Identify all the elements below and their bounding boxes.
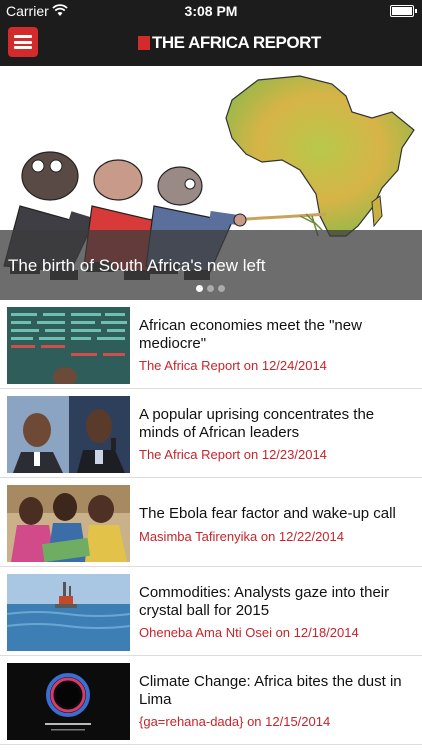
- page-dot: [196, 285, 203, 292]
- hero-caption[interactable]: The birth of South Africa's new left: [8, 256, 265, 276]
- article-row[interactable]: African economies meet the "new mediocre…: [0, 300, 422, 389]
- article-list: African economies meet the "new mediocre…: [0, 300, 422, 745]
- hero-carousel[interactable]: The birth of South Africa's new left: [0, 66, 422, 300]
- article-title: African economies meet the "new mediocre…: [139, 317, 362, 352]
- article-thumbnail: [7, 663, 130, 740]
- article-title: Commodities: Analysts gaze into their cr…: [139, 584, 390, 619]
- article-row[interactable]: Climate Change: Africa bites the dust in…: [0, 656, 422, 745]
- article-meta: Oheneba Ama Nti Osei on 12/18/2014: [139, 625, 359, 640]
- battery-icon: [390, 5, 417, 17]
- hamburger-line: [14, 46, 32, 49]
- brand-mark: [138, 36, 150, 50]
- article-thumbnail: [7, 485, 130, 562]
- page-dot: [207, 285, 214, 292]
- brand-name: THE AFRICA REPORT: [152, 33, 321, 52]
- menu-button[interactable]: [8, 27, 38, 57]
- article-meta: The Africa Report on 12/24/2014: [139, 358, 327, 373]
- article-meta: Masimba Tafirenyika on 12/22/2014: [139, 529, 344, 544]
- article-meta: The Africa Report on 12/23/2014: [139, 447, 327, 462]
- article-thumbnail: [7, 574, 130, 651]
- article-thumbnail: [7, 396, 130, 473]
- clock: 3:08 PM: [184, 3, 238, 19]
- article-row[interactable]: A popular uprising concentrates the mind…: [0, 389, 422, 478]
- nav-bar: THE AFRICA REPORT: [0, 22, 422, 66]
- article-meta: {ga=rehana-dada} on 12/15/2014: [139, 714, 331, 729]
- page-dot: [218, 285, 225, 292]
- article-title: The Ebola fear factor and wake-up call: [139, 505, 396, 522]
- article-title: Climate Change: Africa bites the dust in…: [139, 673, 402, 708]
- status-bar: Carrier 3:08 PM: [0, 0, 422, 22]
- article-row[interactable]: The Ebola fear factor and wake-up call M…: [0, 478, 422, 567]
- hamburger-line: [14, 35, 32, 38]
- hamburger-line: [14, 40, 32, 44]
- article-row[interactable]: Commodities: Analysts gaze into their cr…: [0, 567, 422, 656]
- page-indicator[interactable]: [196, 285, 225, 292]
- brand-logo: THE AFRICA REPORT: [138, 33, 321, 53]
- article-title: A popular uprising concentrates the mind…: [139, 406, 375, 441]
- article-thumbnail: [7, 307, 130, 384]
